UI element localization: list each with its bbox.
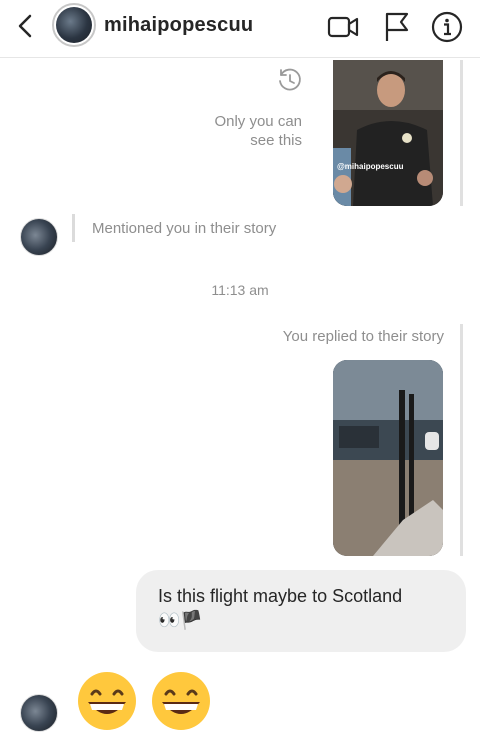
mention-divider	[72, 214, 75, 242]
reply-divider	[460, 324, 463, 556]
grinning-face-icon	[152, 672, 211, 730]
replied-label: You replied to their story	[282, 328, 444, 345]
mention-message: Mentioned you in their story	[92, 220, 277, 237]
bubble-text: Is this flight maybe to Scotland	[158, 586, 403, 606]
username-title[interactable]: mihaipopescuu	[104, 14, 253, 37]
history-icon	[279, 68, 301, 91]
story-photo-image	[333, 60, 443, 206]
airport-photo-image	[333, 360, 443, 556]
replied-story-thumbnail[interactable]	[333, 360, 443, 556]
emoji-reply-row: 😁😁	[76, 670, 220, 736]
sender-avatar[interactable]	[20, 694, 58, 732]
profile-avatar[interactable]	[52, 3, 96, 47]
shared-story-thumbnail[interactable]: @mihaipopescuu	[333, 60, 443, 206]
story-handle-label: @mihaipopescuu	[337, 162, 404, 171]
chat-header: mihaipopescuu	[0, 0, 480, 58]
message-bubble[interactable]: Is this flight maybe to Scotland 👀🏴	[136, 570, 466, 652]
message-timestamp: 11:13 am	[211, 282, 269, 298]
grinning-face-icon	[78, 672, 136, 730]
flag-icon[interactable]	[380, 10, 414, 44]
back-icon[interactable]	[10, 10, 42, 42]
info-icon[interactable]	[430, 10, 464, 44]
sender-avatar[interactable]	[20, 218, 58, 256]
story-divider	[460, 60, 463, 206]
video-icon[interactable]	[326, 10, 360, 44]
bubble-emojis: 👀🏴	[158, 610, 203, 630]
only-you-note: Only you can see this	[214, 113, 302, 149]
